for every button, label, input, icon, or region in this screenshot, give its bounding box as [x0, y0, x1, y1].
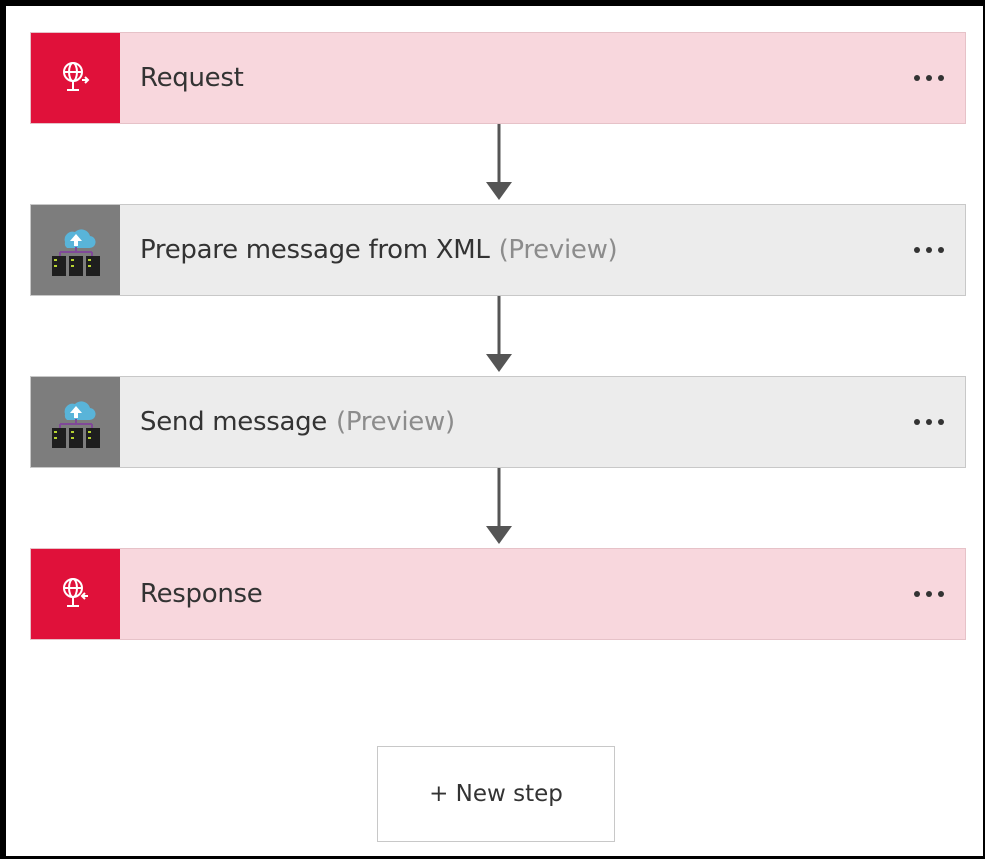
- step-request[interactable]: Request: [30, 32, 966, 124]
- ellipsis-icon: [914, 419, 944, 425]
- step-title: Send message (Preview): [120, 377, 893, 467]
- step-prepare-message[interactable]: Prepare message from XML (Preview): [30, 204, 966, 296]
- more-options-button[interactable]: [893, 205, 965, 295]
- ellipsis-icon: [914, 75, 944, 81]
- step-title: Prepare message from XML (Preview): [120, 205, 893, 295]
- step-title-text: Prepare message from XML: [140, 235, 490, 265]
- step-send-message[interactable]: Send message (Preview): [30, 376, 966, 468]
- http-request-icon: [31, 33, 120, 123]
- http-response-icon: [31, 549, 120, 639]
- step-title-text: Request: [140, 63, 244, 93]
- preview-tag: (Preview): [498, 235, 618, 265]
- step-title-text: Response: [140, 579, 263, 609]
- more-options-button[interactable]: [893, 33, 965, 123]
- ellipsis-icon: [914, 247, 944, 253]
- step-title: Response: [120, 549, 893, 639]
- connector-arrow: [486, 468, 512, 544]
- designer-canvas: Request Prepare message from XML (Previe…: [0, 0, 985, 859]
- step-title: Request: [120, 33, 893, 123]
- integration-account-icon: [31, 205, 120, 295]
- step-response[interactable]: Response: [30, 548, 966, 640]
- more-options-button[interactable]: [893, 549, 965, 639]
- connector-arrow: [486, 296, 512, 372]
- integration-account-icon: [31, 377, 120, 467]
- preview-tag: (Preview): [336, 407, 455, 437]
- step-title-text: Send message: [140, 407, 327, 437]
- ellipsis-icon: [914, 591, 944, 597]
- new-step-button[interactable]: + New step: [377, 746, 615, 842]
- more-options-button[interactable]: [893, 377, 965, 467]
- connector-arrow: [486, 124, 512, 200]
